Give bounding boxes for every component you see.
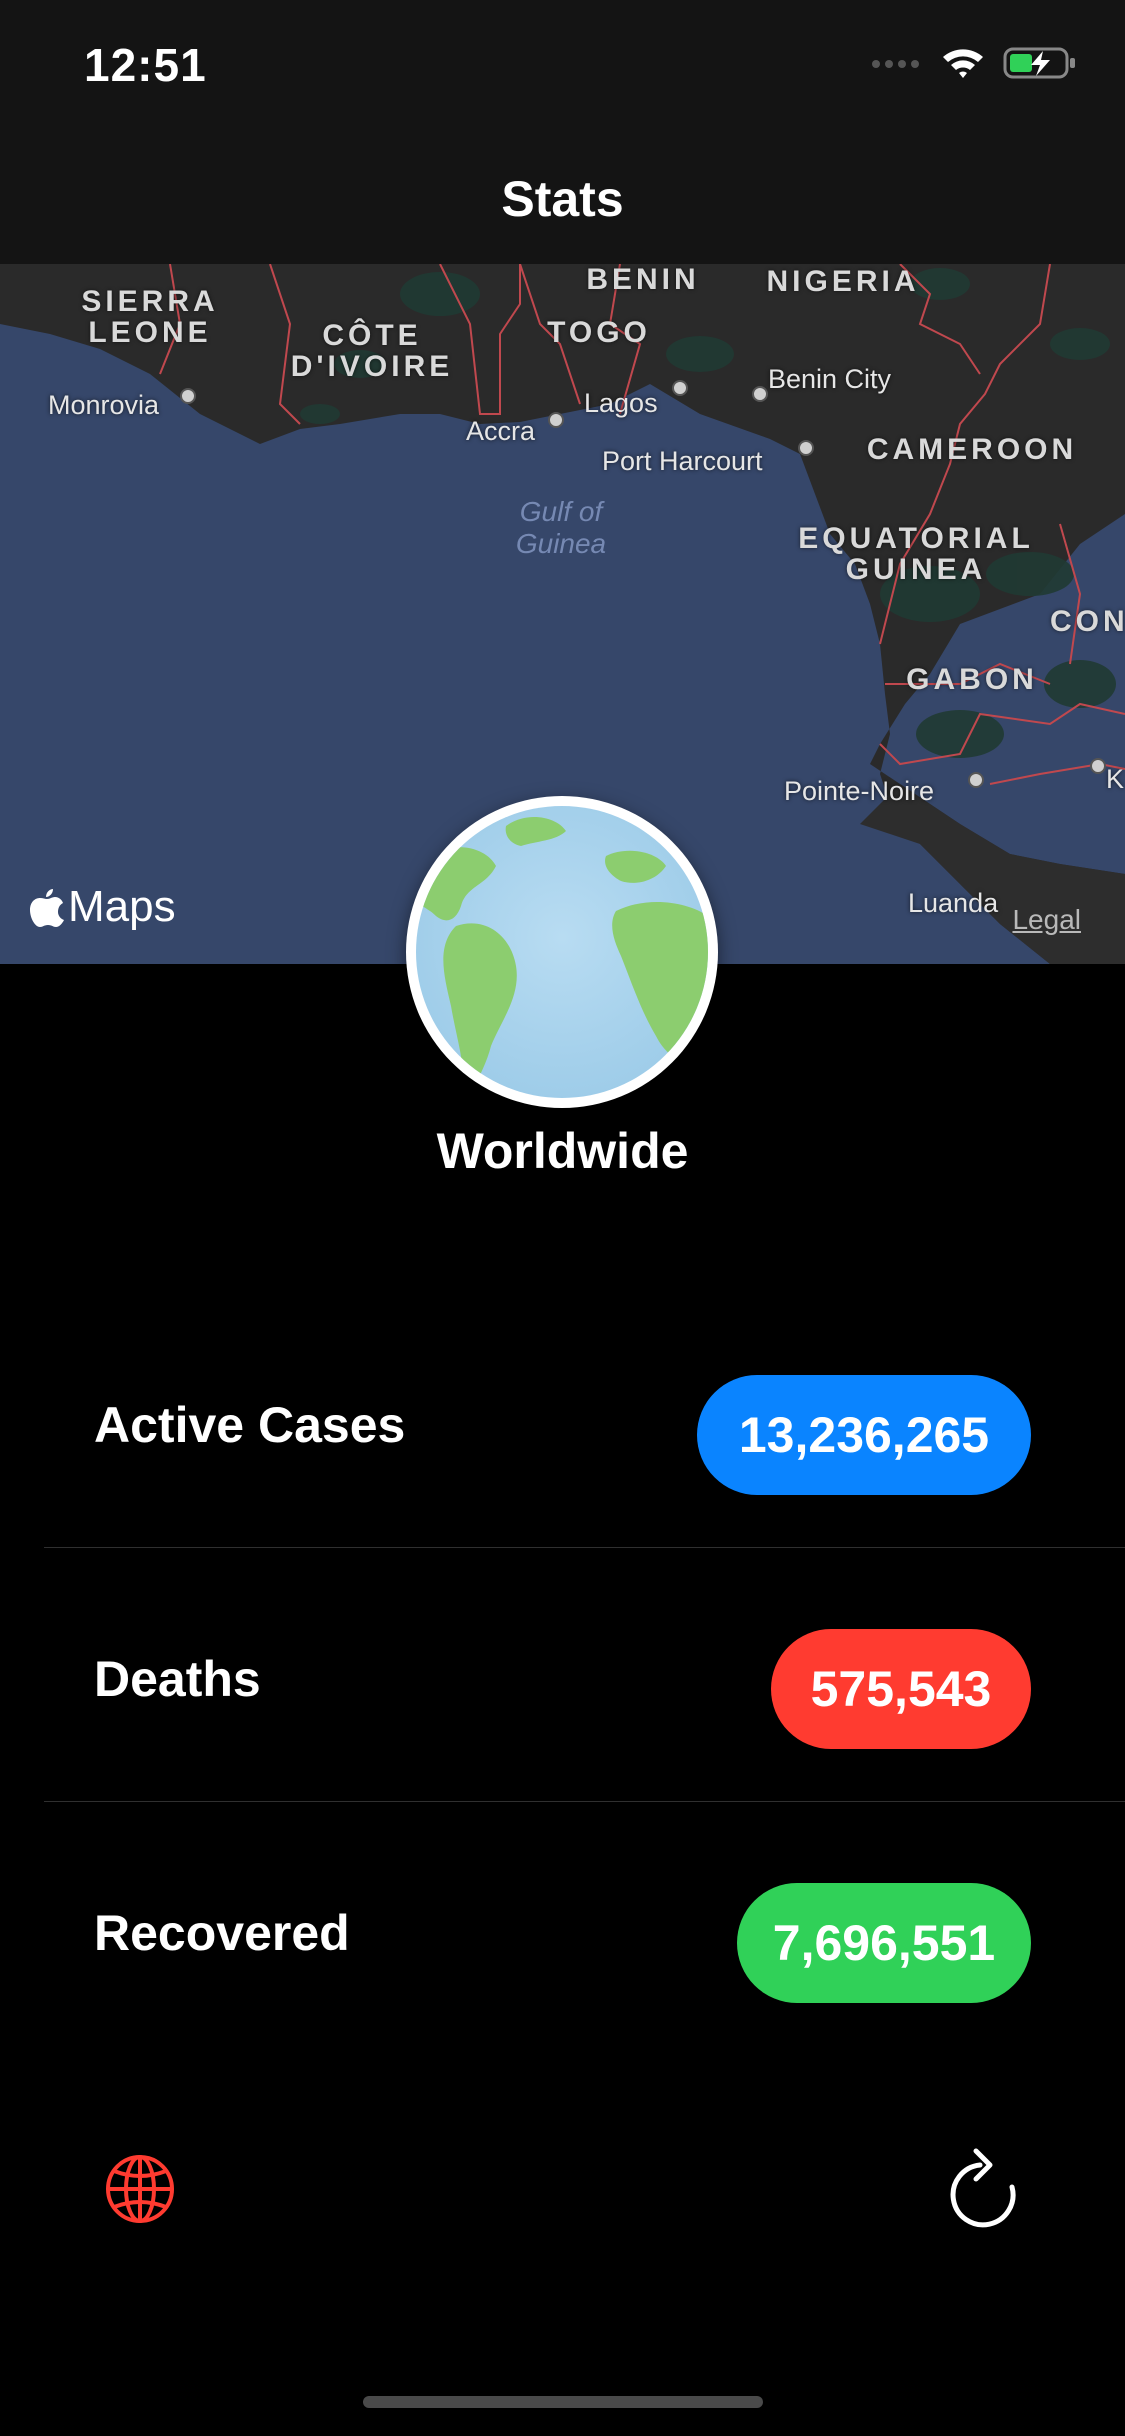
wifi-icon [941,46,985,85]
location-avatar [406,796,718,1108]
deaths-badge: 575,543 [771,1629,1031,1749]
cellular-signal-icon [871,56,923,75]
map-label-cameroon: CAMEROON [866,433,1078,466]
map-city-k: K [1106,764,1125,794]
map-city-benin-city: Benin City [768,364,892,394]
city-dot-pointe-noire [968,772,984,788]
city-dot-port-harcourt [798,440,814,456]
status-icons [871,46,1077,85]
maps-label: Maps [68,882,176,931]
map-label-gabon: GABON [906,663,1038,696]
recovered-label: Recovered [94,1905,350,1961]
status-time: 12:51 [84,39,207,91]
deaths-label: Deaths [94,1651,261,1707]
battery-charging-icon [1003,46,1077,85]
map-city-luanda: Luanda [908,888,999,918]
map-label-sierra-leone: SIERRA LEONE [81,285,219,349]
city-dot-k [1090,758,1106,774]
city-dot-monrovia [180,388,196,404]
map-city-port-harcourt: Port Harcourt [602,446,763,476]
legal-link[interactable]: Legal [1012,904,1081,936]
refresh-icon [950,2148,1016,2228]
map-water-gulf-of-guinea: Gulf of Guinea [515,496,607,559]
map-label-congo: CON [1050,605,1125,638]
stat-row-deaths: Deaths 575,543 [44,1548,1125,1801]
apple-logo-icon [30,889,64,927]
map-label-cote-divoire: CÔTE D'IVOIRE [290,319,454,383]
navigation-bar: Stats [0,140,1125,264]
map-label-togo: TOGO [547,316,651,349]
recovered-badge: 7,696,551 [737,1883,1031,2003]
earth-globe-icon [416,806,708,1098]
map-label-nigeria: NIGERIA [766,265,920,298]
map-label-equatorial-guinea: EQUATORIAL GUINEA [798,522,1034,586]
map-city-monrovia: Monrovia [48,390,160,420]
map-label-benin: BENIN [586,264,700,296]
map-city-pointe-noire: Pointe-Noire [784,776,935,806]
globe-icon [106,2155,174,2223]
map-city-lagos: Lagos [584,388,658,418]
status-bar: 12:51 [0,0,1125,140]
map-city-accra: Accra [466,416,536,446]
home-indicator[interactable] [363,2396,763,2408]
page-title: Stats [501,171,624,227]
location-name: Worldwide [436,1123,689,1179]
active-cases-badge: 13,236,265 [697,1375,1031,1495]
globe-button[interactable] [104,2153,176,2225]
refresh-button[interactable] [946,2145,1024,2229]
stat-row-recovered: Recovered 7,696,551 [44,1802,1125,2055]
active-cases-label: Active Cases [94,1397,406,1453]
city-dot-accra [548,412,564,428]
city-dot-benin-city [752,386,768,402]
stat-row-active-cases: Active Cases 13,236,265 [44,1294,1125,1547]
city-dot-lagos [672,380,688,396]
apple-maps-logo: Maps [30,882,176,932]
